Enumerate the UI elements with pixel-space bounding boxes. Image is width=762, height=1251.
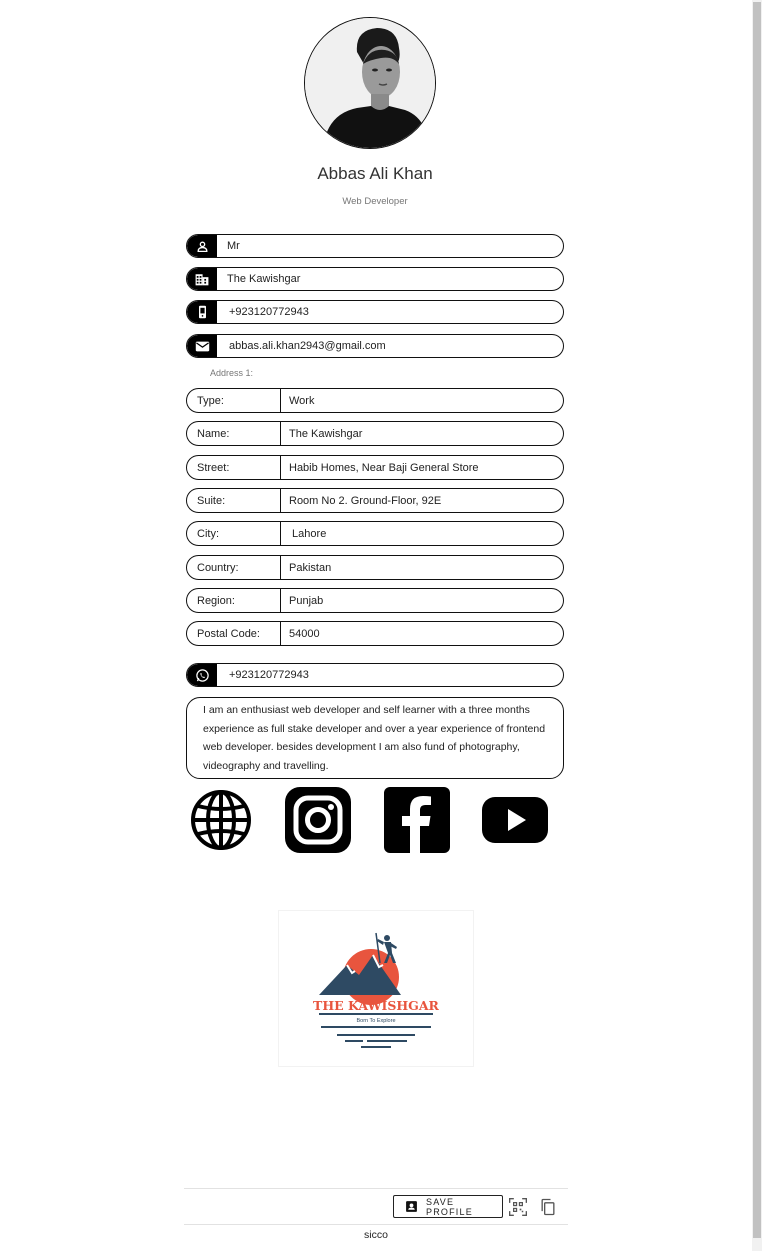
- whatsapp-value[interactable]: +923120772943: [217, 669, 309, 681]
- address-label: Type:: [187, 389, 281, 412]
- whatsapp-icon: [187, 664, 217, 686]
- scrollbar-thumb[interactable]: [753, 2, 761, 1238]
- mobile-phone-icon: [187, 301, 217, 323]
- brand-logo: THE KAWISHGAR Born To Explore: [278, 910, 474, 1067]
- avatar: [304, 17, 436, 149]
- scrollbar[interactable]: [752, 0, 762, 1251]
- address-label: Country:: [187, 556, 281, 579]
- avatar-photo: [305, 18, 435, 148]
- youtube-icon[interactable]: [481, 786, 549, 854]
- address-value: Pakistan: [289, 561, 332, 574]
- save-profile-label: SAVE PROFILE: [426, 1196, 473, 1217]
- phone-value[interactable]: +923120772943: [217, 306, 309, 318]
- address-row-country: Country: Pakistan: [186, 555, 564, 580]
- address-row-region: Region: Punjab: [186, 588, 564, 613]
- globe-icon[interactable]: [187, 786, 255, 854]
- email-icon: [187, 335, 217, 357]
- organization-field: The Kawishgar: [186, 267, 564, 291]
- address-row-suite: Suite: Room No 2. Ground-Floor, 92E: [186, 488, 564, 513]
- email-value[interactable]: abbas.ali.khan2943@gmail.com: [217, 340, 386, 352]
- address-value: Punjab: [289, 594, 324, 607]
- phone-field[interactable]: +923120772943: [186, 300, 564, 324]
- address-label: Region:: [187, 589, 281, 612]
- email-field[interactable]: abbas.ali.khan2943@gmail.com: [186, 334, 564, 358]
- building-icon: [187, 268, 217, 290]
- organization-value: The Kawishgar: [227, 273, 301, 285]
- instagram-icon[interactable]: [284, 786, 352, 854]
- logo-title: THE KAWISHGAR: [313, 998, 440, 1013]
- address-label: Postal Code:: [187, 622, 281, 645]
- address-value: The Kawishgar: [289, 427, 363, 440]
- address-label: Name:: [187, 422, 281, 445]
- address-heading: Address 1:: [210, 368, 254, 378]
- facebook-icon[interactable]: [383, 786, 451, 854]
- address-value: Work: [289, 394, 315, 407]
- address-row-name: Name: The Kawishgar: [186, 421, 564, 446]
- social-links: [185, 786, 565, 856]
- save-profile-button[interactable]: SAVE PROFILE: [393, 1195, 503, 1218]
- profile-name: Abbas Ali Khan: [317, 164, 433, 183]
- footer-brand[interactable]: sicco: [0, 1229, 752, 1241]
- address-row-street: Street: Habib Homes, Near Baji General S…: [186, 455, 564, 480]
- kawishgar-logo-image: THE KAWISHGAR Born To Explore: [313, 932, 440, 1048]
- address-label: Street:: [187, 456, 281, 479]
- profile-job-title: Web Developer: [342, 196, 408, 207]
- footer-divider-bottom: [184, 1224, 568, 1225]
- address-value: 54000: [289, 627, 320, 640]
- salutation-value: Mr: [227, 240, 240, 252]
- address-label: Suite:: [187, 489, 281, 512]
- address-value: Lahore: [289, 527, 327, 540]
- salutation-field: Mr: [186, 234, 564, 258]
- person-icon: [187, 235, 217, 257]
- address-row-city: City: Lahore: [186, 521, 564, 546]
- bio-text: I am an enthusiast web developer and sel…: [186, 697, 564, 779]
- footer-divider: [184, 1188, 568, 1189]
- qr-code-icon[interactable]: [508, 1197, 528, 1217]
- contact-card-icon: [405, 1200, 418, 1213]
- copy-icon[interactable]: [538, 1197, 558, 1217]
- address-value: Room No 2. Ground-Floor, 92E: [289, 494, 442, 507]
- address-label: City:: [187, 522, 281, 545]
- whatsapp-field[interactable]: +923120772943: [186, 663, 564, 687]
- address-row-type: Type: Work: [186, 388, 564, 413]
- address-row-postal-code: Postal Code: 54000: [186, 621, 564, 646]
- logo-tagline: Born To Explore: [356, 1018, 395, 1024]
- address-value: Habib Homes, Near Baji General Store: [289, 461, 479, 474]
